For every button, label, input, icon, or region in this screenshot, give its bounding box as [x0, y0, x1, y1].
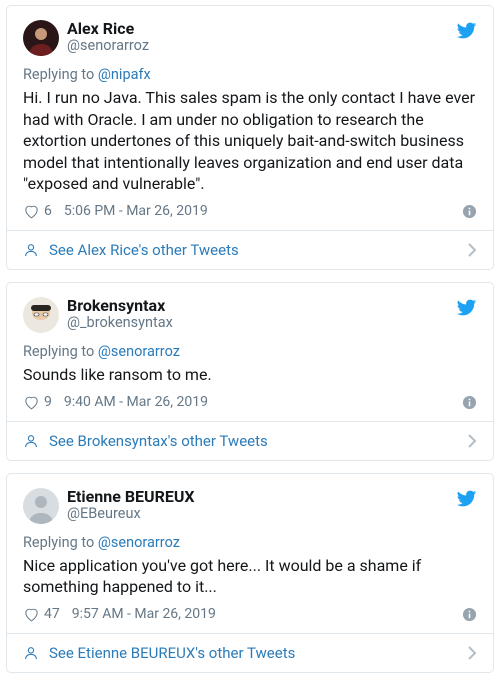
like-count: 9 — [44, 394, 52, 410]
tweet-body: Alex Rice @senorarroz Replying to @nipaf… — [7, 6, 493, 230]
tweet-header: Etienne BEUREUX @EBeureux — [23, 488, 477, 524]
person-icon — [23, 645, 39, 661]
tweet-text: Hi. I run no Java. This sales spam is th… — [23, 87, 477, 195]
screen-name: @_brokensyntax — [67, 315, 448, 332]
chevron-right-icon — [468, 434, 477, 448]
tweet-card: Alex Rice @senorarroz Replying to @nipaf… — [6, 5, 494, 270]
info-icon — [462, 395, 477, 410]
tweet-card: Brokensyntax @_brokensyntax Replying to … — [6, 282, 494, 461]
tweet-text: Nice application you've got here... It w… — [23, 555, 477, 598]
avatar[interactable] — [23, 488, 59, 524]
heart-icon — [23, 606, 40, 623]
user-names[interactable]: Etienne BEUREUX @EBeureux — [67, 488, 448, 523]
like-button[interactable]: 6 — [23, 203, 52, 220]
like-count: 6 — [44, 203, 52, 219]
replying-to: Replying to @nipafx — [23, 66, 477, 83]
timestamp[interactable]: 5:06 PM - Mar 26, 2019 — [64, 203, 208, 219]
display-name: Etienne BEUREUX — [67, 488, 448, 506]
like-button[interactable]: 47 — [23, 606, 60, 623]
user-names[interactable]: Brokensyntax @_brokensyntax — [67, 297, 448, 332]
tweet-meta: 47 9:57 AM - Mar 26, 2019 — [23, 606, 477, 623]
heart-icon — [23, 203, 40, 220]
see-more-text: See Etienne BEUREUX's other Tweets — [49, 644, 295, 662]
tweet-meta: 9 9:40 AM - Mar 26, 2019 — [23, 394, 477, 411]
see-more-link[interactable]: See Etienne BEUREUX's other Tweets — [7, 633, 493, 672]
twitter-logo-icon[interactable] — [456, 297, 477, 318]
avatar[interactable] — [23, 297, 59, 333]
tweet-body: Etienne BEUREUX @EBeureux Replying to @s… — [7, 474, 493, 633]
timestamp[interactable]: 9:40 AM - Mar 26, 2019 — [64, 394, 208, 410]
see-more-text: See Brokensyntax's other Tweets — [49, 432, 268, 450]
tweet-card: Etienne BEUREUX @EBeureux Replying to @s… — [6, 473, 494, 673]
heart-icon — [23, 394, 40, 411]
replying-to: Replying to @senorarroz — [23, 534, 477, 551]
tweet-meta: 6 5:06 PM - Mar 26, 2019 — [23, 203, 477, 220]
info-button[interactable] — [462, 204, 477, 219]
info-icon — [462, 607, 477, 622]
replying-handle[interactable]: @senorarroz — [98, 343, 180, 360]
screen-name: @senorarroz — [67, 38, 448, 55]
replying-handle[interactable]: @nipafx — [98, 66, 151, 83]
tweet-header: Alex Rice @senorarroz — [23, 20, 477, 56]
like-count: 47 — [44, 606, 60, 622]
like-button[interactable]: 9 — [23, 394, 52, 411]
timestamp[interactable]: 9:57 AM - Mar 26, 2019 — [72, 606, 216, 622]
see-more-link[interactable]: See Brokensyntax's other Tweets — [7, 421, 493, 460]
replying-prefix: Replying to — [23, 343, 98, 360]
see-more-text: See Alex Rice's other Tweets — [49, 241, 239, 259]
tweet-body: Brokensyntax @_brokensyntax Replying to … — [7, 283, 493, 421]
tweet-text: Sounds like ransom to me. — [23, 364, 477, 386]
avatar[interactable] — [23, 20, 59, 56]
person-icon — [23, 242, 39, 258]
info-button[interactable] — [462, 395, 477, 410]
replying-to: Replying to @senorarroz — [23, 343, 477, 360]
screen-name: @EBeureux — [67, 506, 448, 523]
chevron-right-icon — [468, 646, 477, 660]
person-icon — [23, 433, 39, 449]
replying-handle[interactable]: @senorarroz — [98, 534, 180, 551]
twitter-logo-icon[interactable] — [456, 20, 477, 41]
chevron-right-icon — [468, 243, 477, 257]
info-button[interactable] — [462, 607, 477, 622]
info-icon — [462, 204, 477, 219]
replying-prefix: Replying to — [23, 66, 98, 83]
tweet-header: Brokensyntax @_brokensyntax — [23, 297, 477, 333]
display-name: Brokensyntax — [67, 297, 448, 315]
replying-prefix: Replying to — [23, 534, 98, 551]
user-names[interactable]: Alex Rice @senorarroz — [67, 20, 448, 55]
see-more-link[interactable]: See Alex Rice's other Tweets — [7, 230, 493, 269]
twitter-logo-icon[interactable] — [456, 488, 477, 509]
display-name: Alex Rice — [67, 20, 448, 38]
